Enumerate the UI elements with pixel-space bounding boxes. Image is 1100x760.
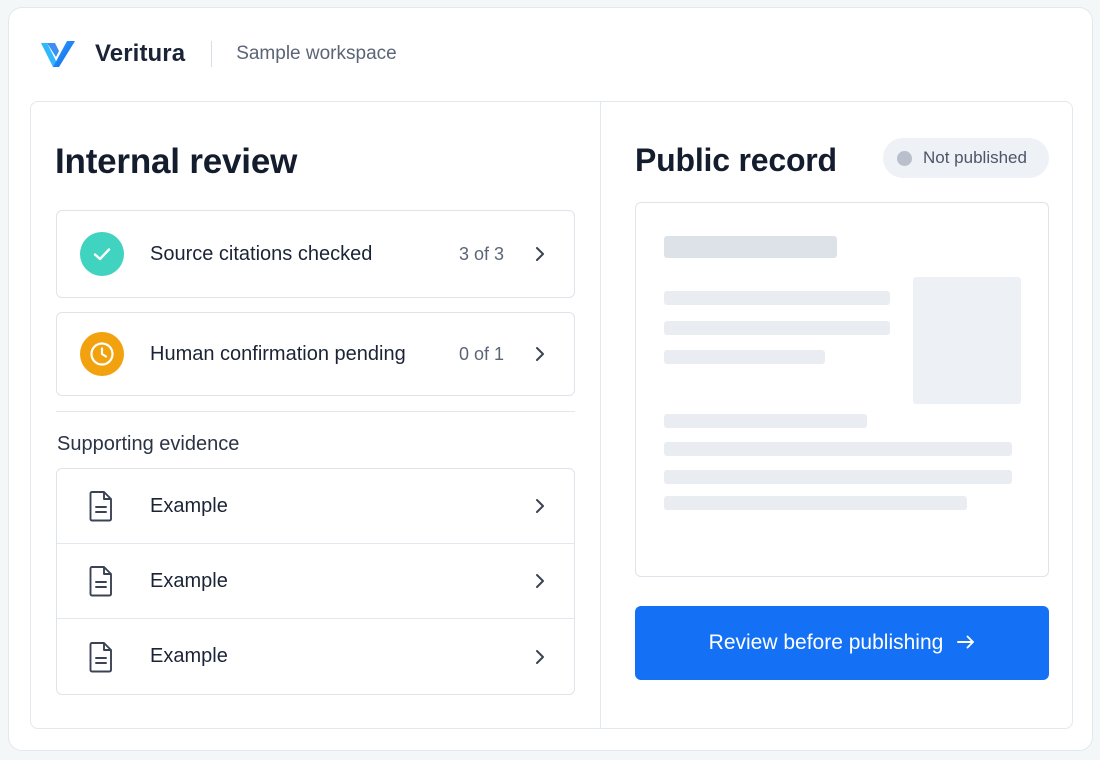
supporting-evidence-title: Supporting evidence	[57, 433, 240, 455]
skeleton-line	[664, 291, 890, 305]
chevron-right-icon	[534, 573, 548, 589]
evidence-item[interactable]: Example	[57, 544, 574, 619]
skeleton-line	[664, 350, 825, 364]
review-item-count: 0 of 1	[458, 343, 504, 364]
document-icon	[89, 491, 112, 522]
evidence-list: Example Example Example	[56, 468, 575, 695]
main-panel: Internal review Source citations checked…	[30, 101, 1073, 729]
skeleton-heading	[664, 236, 837, 258]
veritura-logo-icon	[39, 37, 77, 71]
internal-review-section: Internal review Source citations checked…	[31, 102, 601, 728]
chevron-right-icon	[534, 649, 548, 665]
chevron-right-icon	[534, 346, 548, 362]
evidence-item[interactable]: Example	[57, 619, 574, 694]
record-preview	[635, 202, 1049, 577]
top-bar: Veritura Sample workspace	[9, 8, 1092, 100]
document-icon	[89, 641, 112, 672]
clock-icon	[80, 332, 124, 376]
evidence-item-label: Example	[150, 494, 228, 517]
skeleton-line	[664, 442, 1012, 456]
publish-button-label: Review before publishing	[708, 631, 944, 654]
section-divider	[56, 411, 575, 412]
evidence-item[interactable]: Example	[57, 469, 574, 544]
skeleton-line	[664, 470, 1012, 484]
public-record-section: Public record Not published Review befor…	[602, 102, 1072, 728]
check-circle-icon	[80, 232, 124, 276]
status-badge: Not published	[883, 138, 1049, 178]
topbar-divider	[211, 41, 213, 67]
skeleton-line	[664, 321, 890, 335]
review-item-citations[interactable]: Source citations checked 3 of 3	[56, 210, 575, 298]
review-item-label: Source citations checked	[150, 242, 373, 265]
evidence-item-label: Example	[150, 645, 228, 667]
internal-review-title: Internal review	[55, 142, 298, 181]
chevron-right-icon	[534, 498, 548, 514]
skeleton-line	[664, 414, 867, 428]
evidence-item-label: Example	[150, 569, 228, 592]
public-record-title: Public record	[635, 142, 837, 178]
app-window: Veritura Sample workspace Internal revie…	[8, 7, 1093, 751]
skeleton-line	[664, 496, 967, 510]
workspace-name[interactable]: Sample workspace	[236, 43, 397, 65]
review-item-count: 3 of 3	[458, 243, 504, 264]
document-icon	[89, 566, 112, 597]
skeleton-image	[913, 277, 1021, 404]
review-item-label: Human confirmation pending	[150, 342, 406, 365]
status-dot-icon	[897, 150, 912, 166]
brand-name: Veritura	[95, 40, 186, 67]
chevron-right-icon	[534, 246, 548, 262]
status-badge-label: Not published	[923, 148, 1027, 167]
review-item-confirmation[interactable]: Human confirmation pending 0 of 1	[56, 312, 575, 396]
review-before-publishing-button[interactable]: Review before publishing	[635, 606, 1049, 680]
arrow-right-icon	[957, 631, 975, 655]
